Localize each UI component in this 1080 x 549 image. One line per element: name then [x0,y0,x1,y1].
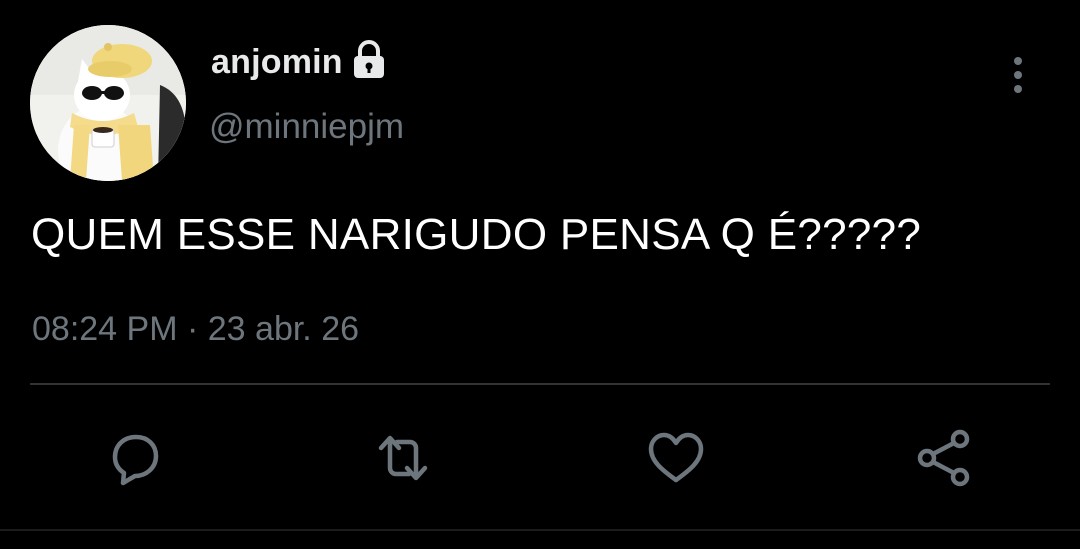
tweet-date: 23 abr. 26 [207,310,360,348]
heart-icon [648,432,704,483]
reply-button[interactable] [103,426,167,490]
like-button[interactable] [644,426,708,490]
tweet-time: 08:24 PM [32,310,178,348]
avatar-image [30,25,186,181]
share-button[interactable] [912,426,976,490]
tweet-timestamp[interactable]: 08:24 PM · 23 abr. 26 [32,307,359,351]
bottom-divider [0,529,1080,531]
user-handle[interactable]: @minniepjm [209,105,404,149]
retweet-button[interactable] [371,426,435,490]
meta-separator: · [186,310,199,348]
lock-icon [351,40,387,80]
divider [30,383,1050,385]
retweet-icon [378,435,428,481]
more-vertical-icon[interactable] [1004,56,1032,96]
display-name-row[interactable]: anjomin [211,40,387,84]
tweet-text: QUEM ESSE NARIGUDO PENSA Q É????? [31,210,922,259]
avatar[interactable] [30,25,186,181]
reply-icon [112,434,159,486]
share-icon [917,429,970,487]
display-name[interactable]: anjomin [211,40,343,84]
